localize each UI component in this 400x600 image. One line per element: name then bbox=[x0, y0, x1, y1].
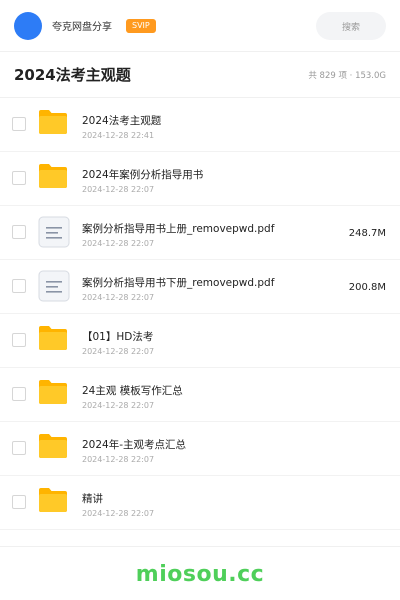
file-name: 2024年案例分析指导用书 bbox=[82, 169, 204, 181]
folder-icon bbox=[39, 434, 67, 458]
svip-badge: SVIP bbox=[126, 18, 156, 33]
share-owner-name: 夸克网盘分享 bbox=[52, 22, 112, 33]
folder-row[interactable]: 2024年案例分析指导用书 2024-12-28 22:07 bbox=[0, 152, 400, 206]
file-list: 2024法考主观题 2024-12-28 22:41 2024年案例分析指导用书… bbox=[0, 98, 400, 530]
file-date: 2024-12-28 22:41 bbox=[82, 131, 155, 140]
item-summary: 共 829 项 · 153.0G bbox=[308, 70, 386, 81]
file-date: 2024-12-28 22:07 bbox=[82, 401, 155, 410]
share-page: 夸克网盘分享 SVIP 搜索 2024法考主观题 共 829 项 · 153.0… bbox=[0, 0, 400, 600]
file-date: 2024-12-28 22:07 bbox=[82, 347, 155, 356]
select-checkbox[interactable] bbox=[12, 225, 26, 239]
icon-slot bbox=[38, 108, 70, 140]
icon-slot bbox=[38, 216, 70, 248]
file-size: 248.7M bbox=[348, 228, 386, 239]
folder-row[interactable]: 24主观 模板写作汇总 2024-12-28 22:07 bbox=[0, 368, 400, 422]
icon-slot bbox=[38, 432, 70, 464]
file-name: 案例分析指导用书上册_removepwd.pdf bbox=[82, 223, 275, 235]
select-checkbox[interactable] bbox=[12, 495, 26, 509]
divider bbox=[0, 546, 400, 547]
file-name: 【01】HD法考 bbox=[82, 331, 154, 343]
icon-slot bbox=[38, 378, 70, 410]
icon-slot bbox=[38, 162, 70, 194]
watermark-text: miosou.cc bbox=[135, 562, 265, 587]
page-title: 2024法考主观题 bbox=[14, 66, 131, 84]
avatar[interactable] bbox=[14, 11, 42, 40]
file-date: 2024-12-28 22:07 bbox=[82, 185, 155, 194]
file-name: 案例分析指导用书下册_removepwd.pdf bbox=[82, 277, 275, 289]
file-name: 24主观 模板写作汇总 bbox=[82, 385, 183, 397]
folder-row[interactable]: 2024法考主观题 2024-12-28 22:41 bbox=[0, 98, 400, 152]
select-checkbox[interactable] bbox=[12, 333, 26, 347]
top-bar: 夸克网盘分享 SVIP 搜索 bbox=[0, 0, 400, 52]
select-checkbox[interactable] bbox=[12, 279, 26, 293]
search-button[interactable]: 搜索 bbox=[316, 12, 386, 40]
folder-row[interactable]: 精讲 2024-12-28 22:07 bbox=[0, 476, 400, 530]
select-checkbox[interactable] bbox=[12, 387, 26, 401]
document-icon bbox=[38, 216, 70, 248]
file-size: 200.8M bbox=[348, 282, 386, 293]
file-name: 2024年-主观考点汇总 bbox=[82, 439, 187, 451]
folder-icon bbox=[39, 488, 67, 512]
file-date: 2024-12-28 22:07 bbox=[82, 239, 155, 248]
file-date: 2024-12-28 22:07 bbox=[82, 293, 155, 302]
icon-slot bbox=[38, 270, 70, 302]
select-checkbox[interactable] bbox=[12, 441, 26, 455]
folder-title-row: 2024法考主观题 共 829 项 · 153.0G bbox=[0, 52, 400, 98]
document-icon bbox=[38, 270, 70, 302]
file-row[interactable]: 案例分析指导用书下册_removepwd.pdf 2024-12-28 22:0… bbox=[0, 260, 400, 314]
folder-icon bbox=[39, 164, 67, 188]
folder-icon bbox=[39, 326, 67, 350]
file-name: 2024法考主观题 bbox=[82, 115, 162, 127]
select-checkbox[interactable] bbox=[12, 171, 26, 185]
icon-slot bbox=[38, 324, 70, 356]
icon-slot bbox=[38, 486, 70, 518]
file-name: 精讲 bbox=[82, 493, 103, 505]
folder-icon bbox=[39, 380, 67, 404]
folder-icon bbox=[39, 110, 67, 134]
folder-row[interactable]: 2024年-主观考点汇总 2024-12-28 22:07 bbox=[0, 422, 400, 476]
file-date: 2024-12-28 22:07 bbox=[82, 455, 155, 464]
file-date: 2024-12-28 22:07 bbox=[82, 509, 155, 518]
folder-row[interactable]: 【01】HD法考 2024-12-28 22:07 bbox=[0, 314, 400, 368]
select-checkbox[interactable] bbox=[12, 117, 26, 131]
file-row[interactable]: 案例分析指导用书上册_removepwd.pdf 2024-12-28 22:0… bbox=[0, 206, 400, 260]
